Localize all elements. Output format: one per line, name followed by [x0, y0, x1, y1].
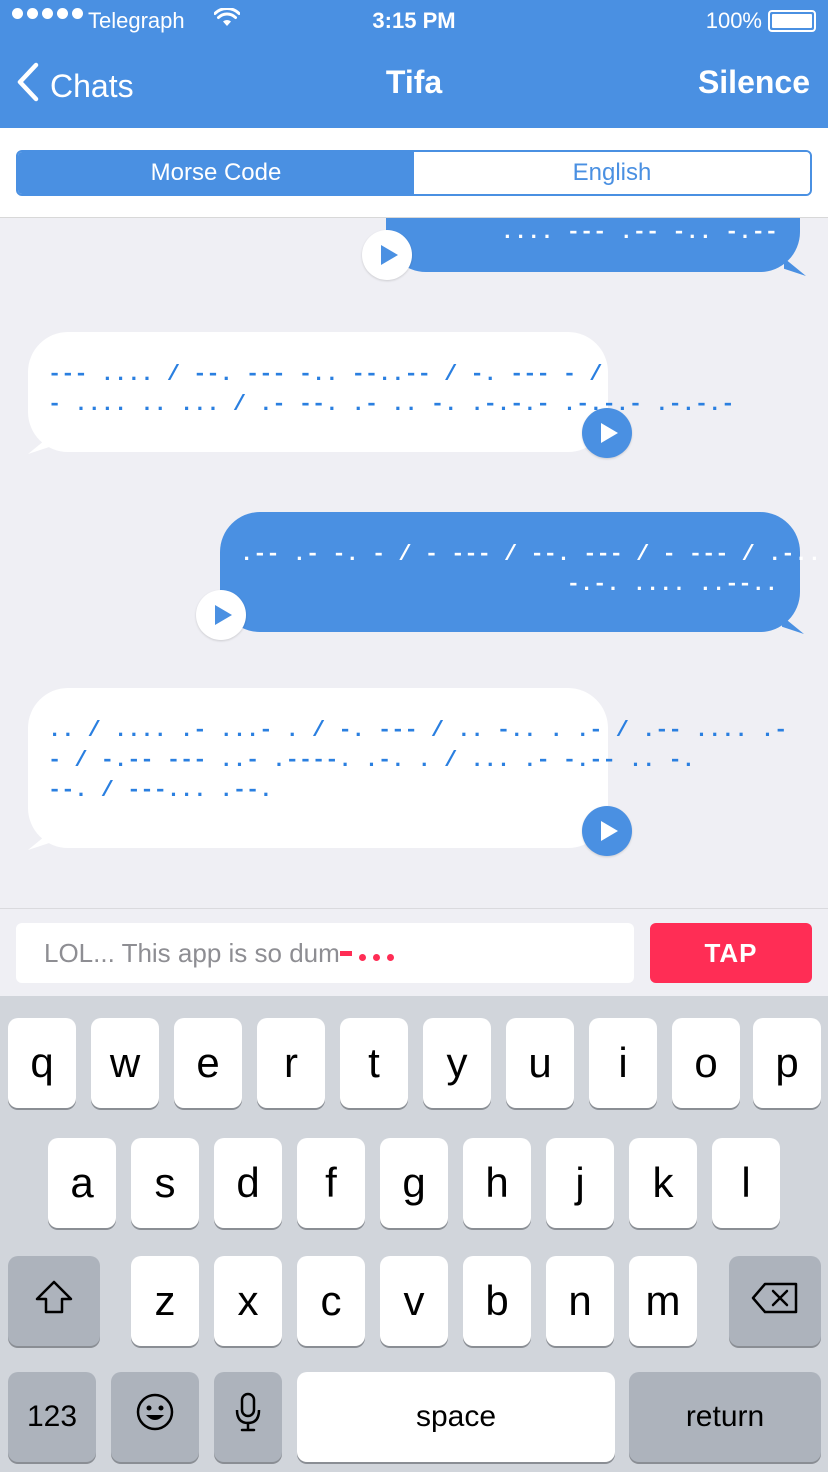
play-icon [600, 423, 618, 443]
dictation-key[interactable] [214, 1372, 282, 1462]
keyboard: q w e r t y u i o p a s d f g h j k l z … [0, 996, 828, 1472]
battery-percent: 100% [705, 8, 762, 33]
segment-morse-code[interactable]: Morse Code [18, 152, 414, 194]
key-l[interactable]: l [712, 1138, 780, 1228]
message-line: -.-. .... ..--.. [566, 572, 778, 597]
shift-icon [34, 1277, 74, 1325]
microphone-icon [234, 1392, 262, 1442]
bubble-tail [784, 258, 806, 276]
segment-english[interactable]: English [414, 152, 810, 194]
play-button[interactable] [582, 408, 632, 458]
key-k[interactable]: k [629, 1138, 697, 1228]
input-bar: LOL... This app is so dum TAP [0, 908, 828, 996]
battery-icon [768, 10, 816, 32]
key-d[interactable]: d [214, 1138, 282, 1228]
key-s[interactable]: s [131, 1138, 199, 1228]
play-button[interactable] [582, 806, 632, 856]
nav-bar: Chats Tifa Silence [0, 40, 828, 128]
shift-key[interactable] [8, 1256, 100, 1346]
key-q[interactable]: q [8, 1018, 76, 1108]
status-time: 3:15 PM [372, 8, 456, 33]
key-c[interactable]: c [297, 1256, 365, 1346]
key-n[interactable]: n [546, 1256, 614, 1346]
key-r[interactable]: r [257, 1018, 325, 1108]
tap-button[interactable]: TAP [650, 923, 812, 983]
message-input[interactable]: LOL... This app is so dum [16, 923, 634, 983]
message-line: .... --- .-- -.. -.-- [500, 220, 778, 245]
silence-button[interactable]: Silence [698, 64, 810, 101]
bubble-tail [782, 616, 804, 634]
numbers-key[interactable]: 123 [8, 1372, 96, 1462]
key-v[interactable]: v [380, 1256, 448, 1346]
message-line: .-- .- -. - / - --- / --. --- / - --- / … [240, 542, 828, 567]
key-e[interactable]: e [174, 1018, 242, 1108]
key-j[interactable]: j [546, 1138, 614, 1228]
morse-typing-indicator [339, 946, 394, 961]
backspace-icon [751, 1277, 799, 1325]
message-bubble-outgoing[interactable]: .... --- .-- -.. -.-- [386, 218, 800, 272]
message-line: .. / .... .- ...- . / -. --- / .. -.. . … [48, 718, 788, 743]
key-a[interactable]: a [48, 1138, 116, 1228]
key-x[interactable]: x [214, 1256, 282, 1346]
key-p[interactable]: p [753, 1018, 821, 1108]
header: Telegraph 3:15 PM 100% Chats Tifa Silenc… [0, 0, 828, 128]
play-icon [214, 605, 232, 625]
message-bubble-outgoing[interactable]: .-- .- -. - / - --- / --. --- / - --- / … [220, 512, 828, 632]
message-input-text: LOL... This app is so dum [44, 937, 340, 968]
play-button[interactable] [196, 590, 246, 640]
segmented-bar: Morse Code English [0, 128, 828, 218]
status-bar: Telegraph 3:15 PM 100% [0, 0, 828, 40]
key-h[interactable]: h [463, 1138, 531, 1228]
key-y[interactable]: y [423, 1018, 491, 1108]
key-t[interactable]: t [340, 1018, 408, 1108]
delete-key[interactable] [729, 1256, 821, 1346]
message-line: --. / ---... .--. [48, 778, 273, 803]
play-icon [600, 821, 618, 841]
emoji-key[interactable] [111, 1372, 199, 1462]
key-g[interactable]: g [380, 1138, 448, 1228]
space-key[interactable]: space [297, 1372, 615, 1462]
emoji-icon [135, 1392, 175, 1442]
key-u[interactable]: u [506, 1018, 574, 1108]
key-o[interactable]: o [672, 1018, 740, 1108]
play-icon [380, 245, 398, 265]
key-b[interactable]: b [463, 1256, 531, 1346]
key-f[interactable]: f [297, 1138, 365, 1228]
message-bubble-incoming[interactable]: --- .... / --. --- -.. --..-- / -. --- -… [28, 332, 735, 452]
message-line: - / -.-- --- ..- .----. .-. . / ... .- -… [48, 748, 695, 773]
key-i[interactable]: i [589, 1018, 657, 1108]
segmented-control: Morse Code English [16, 150, 812, 196]
message-bubble-incoming[interactable]: .. / .... .- ...- . / -. --- / .. -.. . … [28, 688, 788, 848]
play-button[interactable] [362, 230, 412, 280]
key-w[interactable]: w [91, 1018, 159, 1108]
message-line: --- .... / --. --- -.. --..-- / -. --- -… [48, 362, 603, 387]
key-m[interactable]: m [629, 1256, 697, 1346]
key-z[interactable]: z [131, 1256, 199, 1346]
message-line: - .... .. ... / .- --. .- .. -. .-.-.- .… [48, 392, 735, 417]
return-key[interactable]: return [629, 1372, 821, 1462]
chat-area[interactable]: .... --- .-- -.. -.-- --- .... / --. ---… [0, 218, 828, 908]
